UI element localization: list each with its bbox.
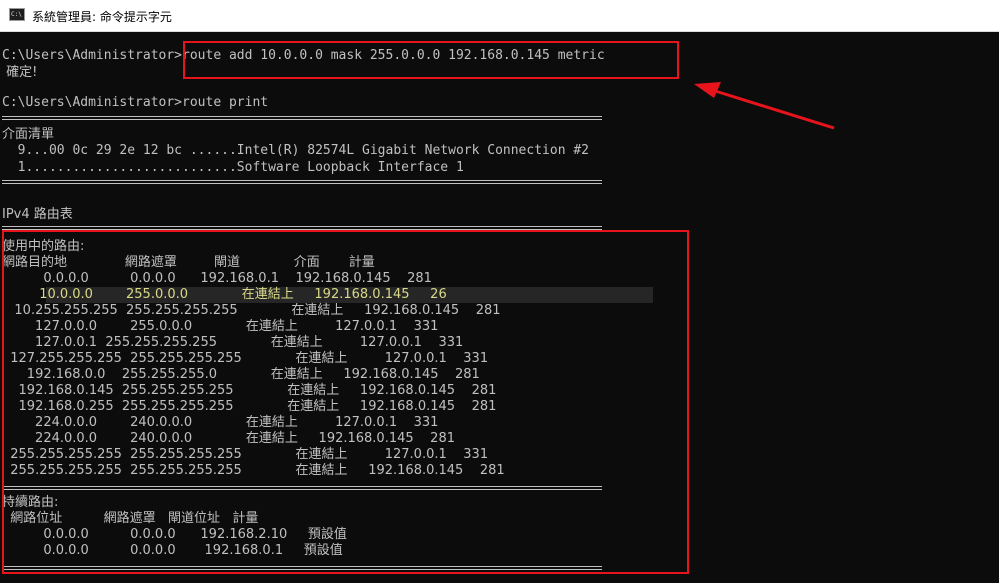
annotation-arrow-icon (694, 82, 835, 130)
